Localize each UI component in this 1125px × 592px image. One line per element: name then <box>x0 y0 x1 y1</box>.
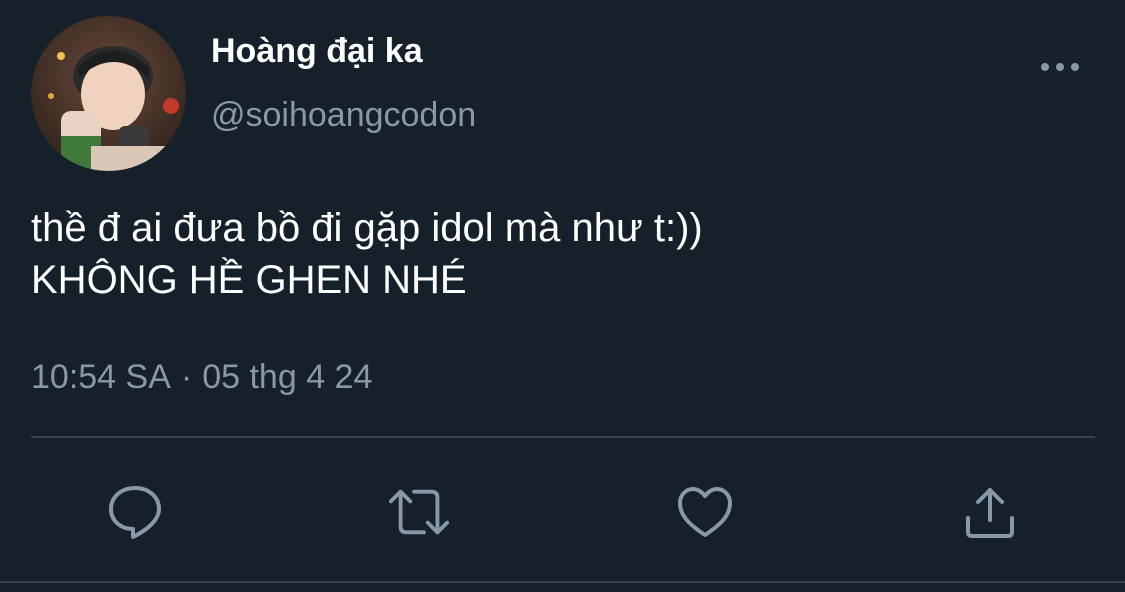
tweet-text-line-1: thề đ ai đưa bồ đi gặp idol mà như t:)) <box>31 206 703 250</box>
tweet-date: 05 thg 4 24 <box>202 358 373 396</box>
retweet-button[interactable] <box>387 480 451 544</box>
tweet-text-line-2: KHÔNG HỀ GHEN NHÉ <box>31 258 467 302</box>
retweet-icon <box>388 489 450 535</box>
avatar-image <box>31 16 186 171</box>
tweet-timestamp[interactable]: 10:54 SA · 05 thg 4 24 <box>31 358 372 397</box>
avatar[interactable] <box>31 16 186 171</box>
share-button[interactable] <box>958 480 1022 544</box>
bottom-divider <box>0 581 1125 583</box>
author-handle[interactable]: @soihoangcodon <box>211 96 476 135</box>
share-icon <box>966 488 1014 538</box>
like-button[interactable] <box>673 480 737 544</box>
heart-icon <box>678 487 732 537</box>
tweet-time: 10:54 SA <box>31 358 171 396</box>
timestamp-separator: · <box>180 358 193 396</box>
tweet-text: thề đ ai đưa bồ đi gặp idol mà như t:)) … <box>31 202 703 306</box>
more-options-button[interactable] <box>1034 52 1086 82</box>
reply-icon <box>109 486 161 539</box>
divider <box>31 436 1095 438</box>
more-horizontal-icon <box>1041 63 1079 71</box>
reply-button[interactable] <box>103 480 167 544</box>
author-display-name[interactable]: Hoàng đại ka <box>211 32 423 71</box>
